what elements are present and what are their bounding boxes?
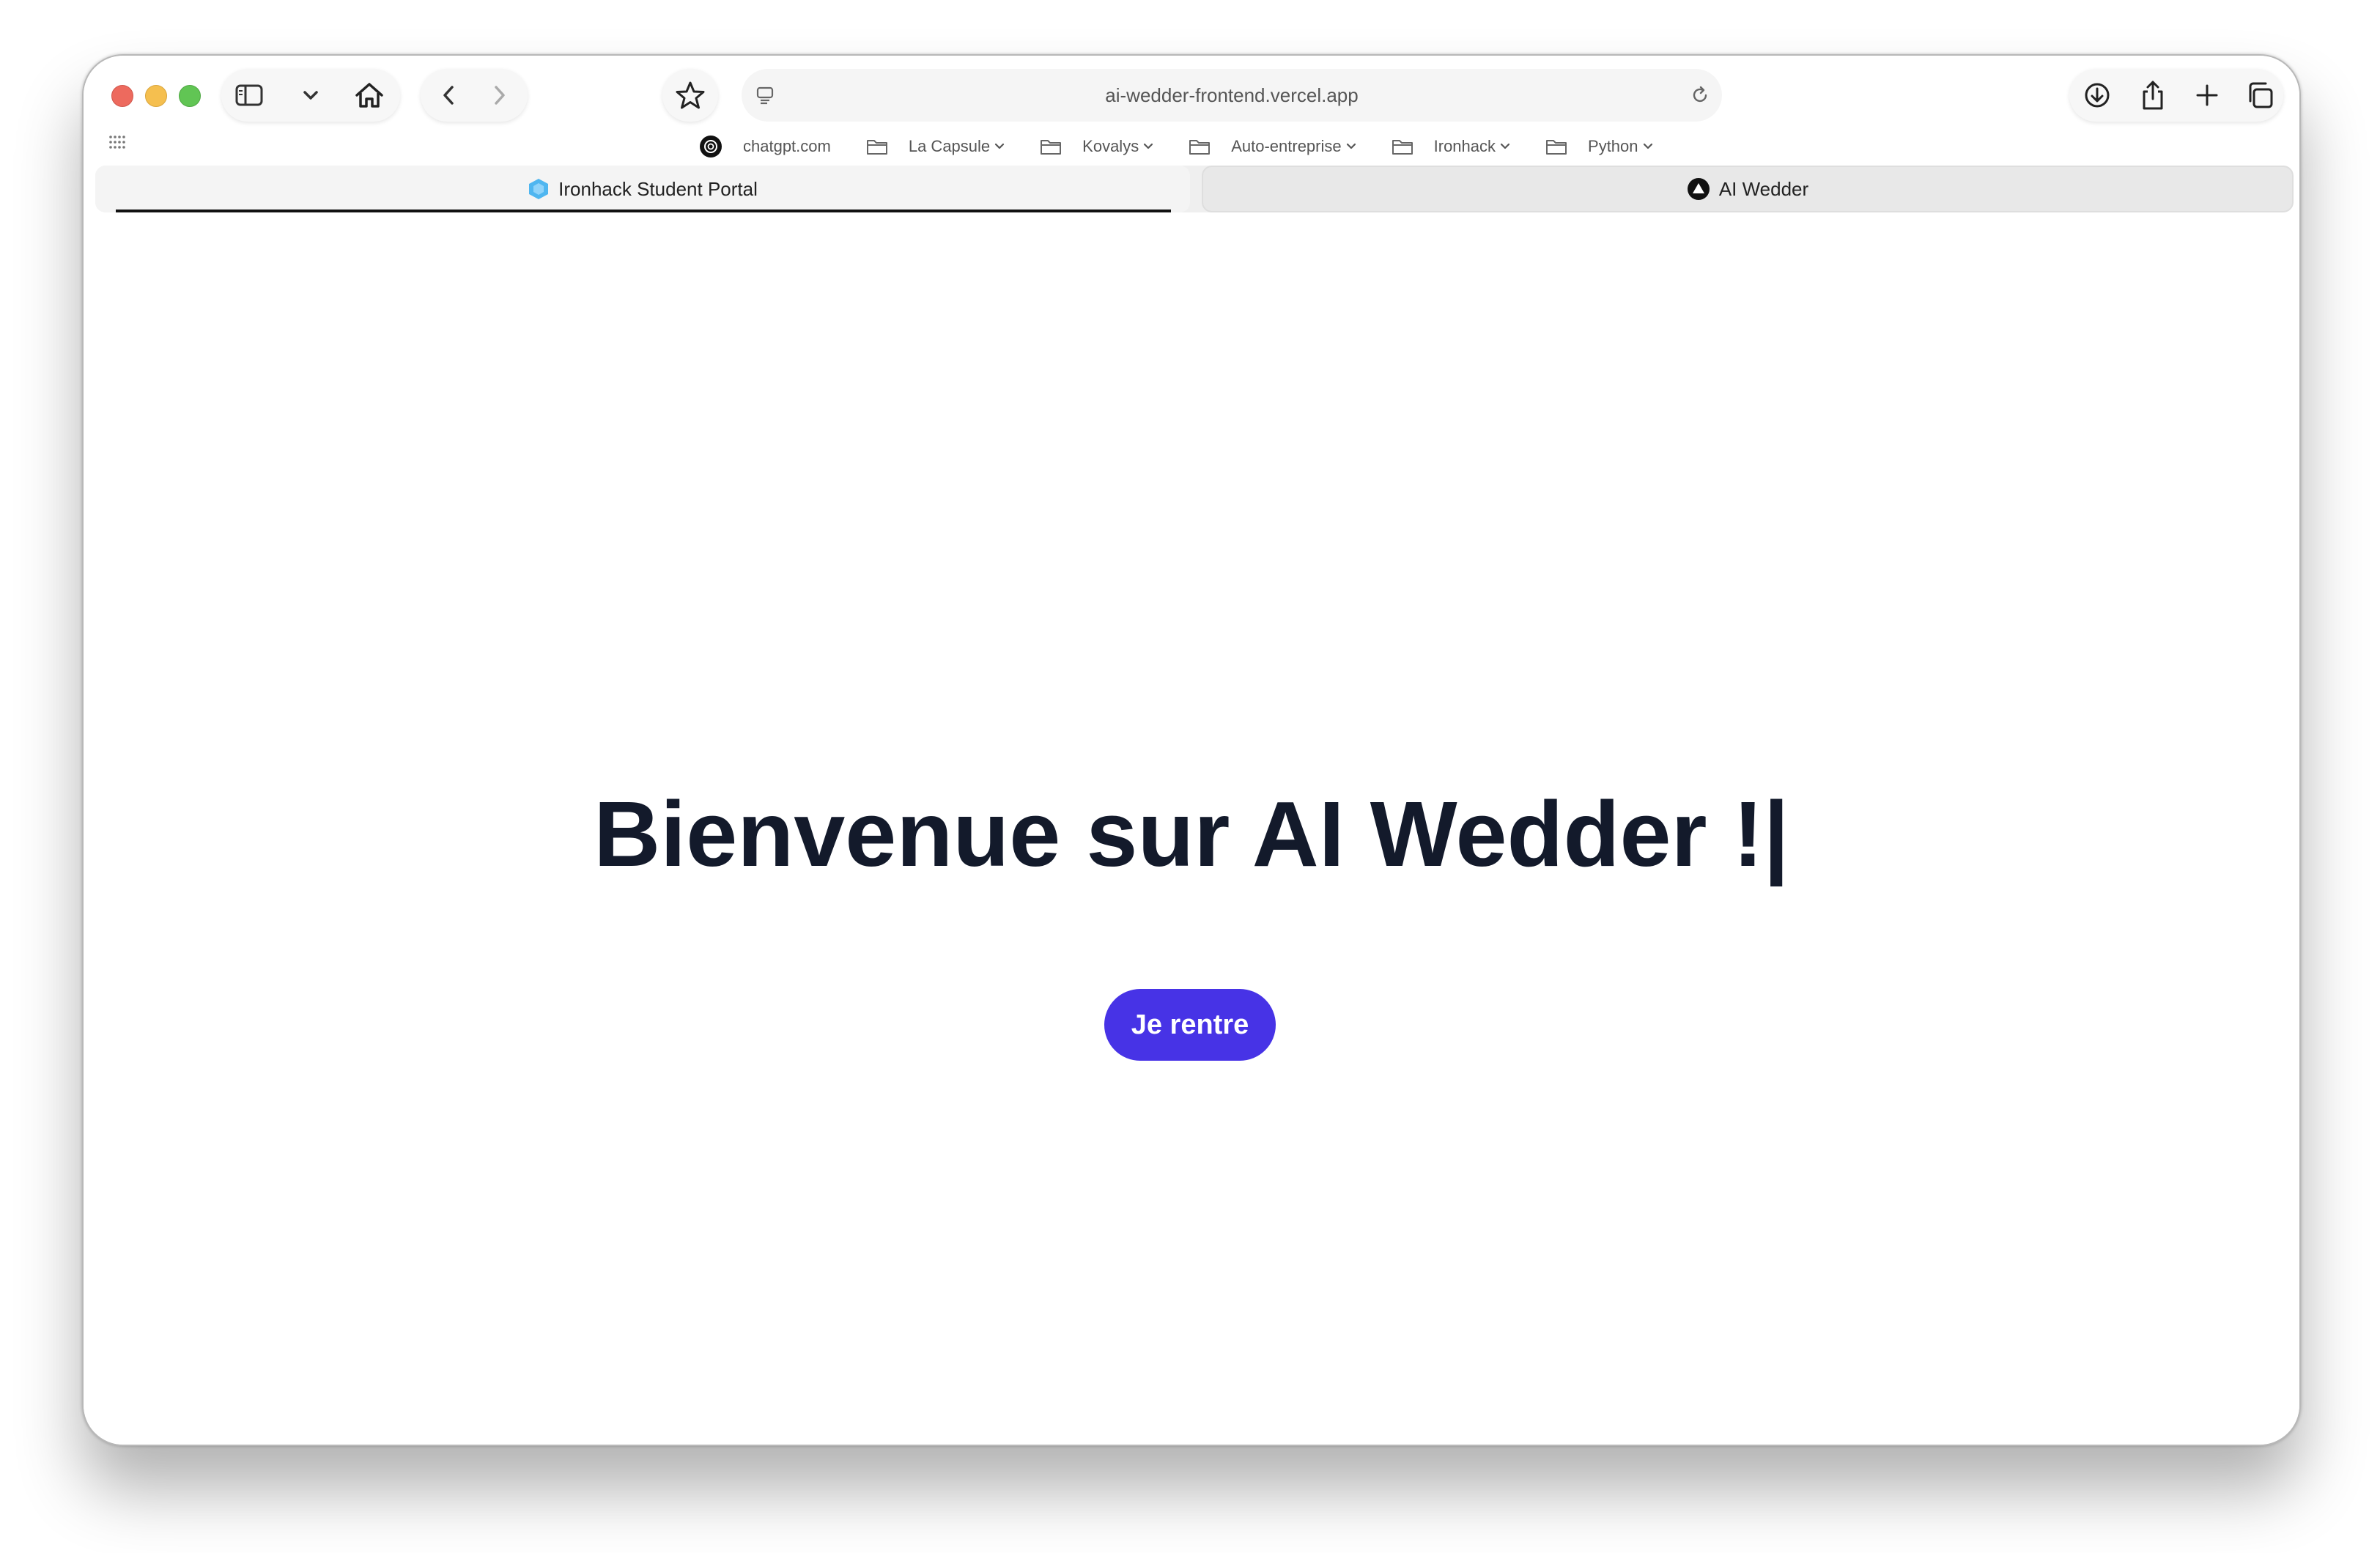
star-icon	[673, 78, 708, 113]
chevron-down-icon	[1643, 143, 1653, 150]
favorites-button[interactable]	[662, 69, 718, 122]
sidebar-controls	[221, 69, 400, 122]
tab-ironhack-student-portal[interactable]: Ironhack Student Portal	[95, 166, 1190, 212]
close-window-button[interactable]	[111, 85, 133, 107]
sidebar-toggle-icon[interactable]	[233, 79, 265, 111]
new-tab-icon[interactable]	[2189, 78, 2225, 113]
address-url[interactable]: ai-wedder-frontend.vercel.app	[742, 69, 1722, 122]
tab-bar: Ironhack Student Portal AI Wedder	[95, 166, 2294, 212]
vercel-favicon	[1687, 177, 1710, 201]
browser-toolbar: ai-wedder-frontend.vercel.app chatgpt.co…	[84, 56, 2299, 224]
tab-label: Ironhack Student Portal	[558, 177, 758, 200]
bookmark-folder-python[interactable]: Python	[1545, 137, 1653, 156]
bookmark-folder-la-capsule[interactable]: La Capsule	[866, 137, 1005, 156]
chatgpt-icon	[699, 135, 722, 158]
folder-icon	[1392, 138, 1413, 155]
reload-icon[interactable]	[1687, 82, 1713, 108]
bookmark-label: Kovalys	[1082, 137, 1139, 155]
back-arrow-icon[interactable]	[431, 78, 466, 113]
tab-overview-icon[interactable]	[2242, 78, 2277, 113]
ironhack-favicon	[528, 177, 550, 201]
folder-icon	[1040, 138, 1062, 155]
tab-label: AI Wedder	[1718, 177, 1809, 200]
bookmark-label: La Capsule	[908, 137, 991, 155]
chevron-down-icon	[1500, 143, 1510, 150]
bookmark-label: Python	[1588, 137, 1638, 155]
downloads-icon[interactable]	[2080, 78, 2115, 113]
browser-window: ai-wedder-frontend.vercel.app chatgpt.co…	[82, 54, 2301, 1446]
forward-arrow-icon[interactable]	[482, 78, 517, 113]
minimize-window-button[interactable]	[145, 85, 167, 107]
bookmark-folder-ironhack[interactable]: Ironhack	[1392, 137, 1510, 156]
home-icon[interactable]	[352, 78, 387, 113]
address-bar[interactable]: ai-wedder-frontend.vercel.app	[742, 69, 1722, 122]
folder-icon	[866, 138, 888, 155]
bookmarks-bar: chatgpt.com La Capsule Kovalys Auto-entr…	[699, 132, 1688, 161]
folder-icon	[1545, 138, 1567, 155]
bookmark-label: Auto-entreprise	[1231, 137, 1342, 155]
bookmark-folder-kovalys[interactable]: Kovalys	[1040, 137, 1153, 156]
folder-icon	[1189, 138, 1211, 155]
page-title: Bienvenue sur AI Wedder !|	[594, 782, 1789, 886]
zoom-window-button[interactable]	[179, 85, 201, 107]
chevron-down-icon	[994, 143, 1005, 150]
share-icon[interactable]	[2135, 76, 2170, 114]
enter-button[interactable]: Je rentre	[1104, 989, 1276, 1061]
bookmark-folder-auto-entreprise[interactable]: Auto-entreprise	[1189, 137, 1356, 156]
bookmark-label: chatgpt.com	[743, 137, 831, 155]
right-toolbar	[2069, 69, 2283, 122]
history-nav	[421, 69, 528, 122]
chevron-down-icon	[1346, 143, 1356, 150]
bookmark-label: Ironhack	[1433, 137, 1496, 155]
apps-grid-icon[interactable]	[108, 135, 128, 153]
page-content: Bienvenue sur AI Wedder !| Je rentre	[84, 224, 2299, 1445]
chevron-down-icon[interactable]	[295, 79, 327, 111]
tab-ai-wedder[interactable]: AI Wedder	[1202, 166, 2294, 212]
chevron-down-icon	[1143, 143, 1153, 150]
bookmark-chatgpt[interactable]: chatgpt.com	[699, 135, 831, 158]
